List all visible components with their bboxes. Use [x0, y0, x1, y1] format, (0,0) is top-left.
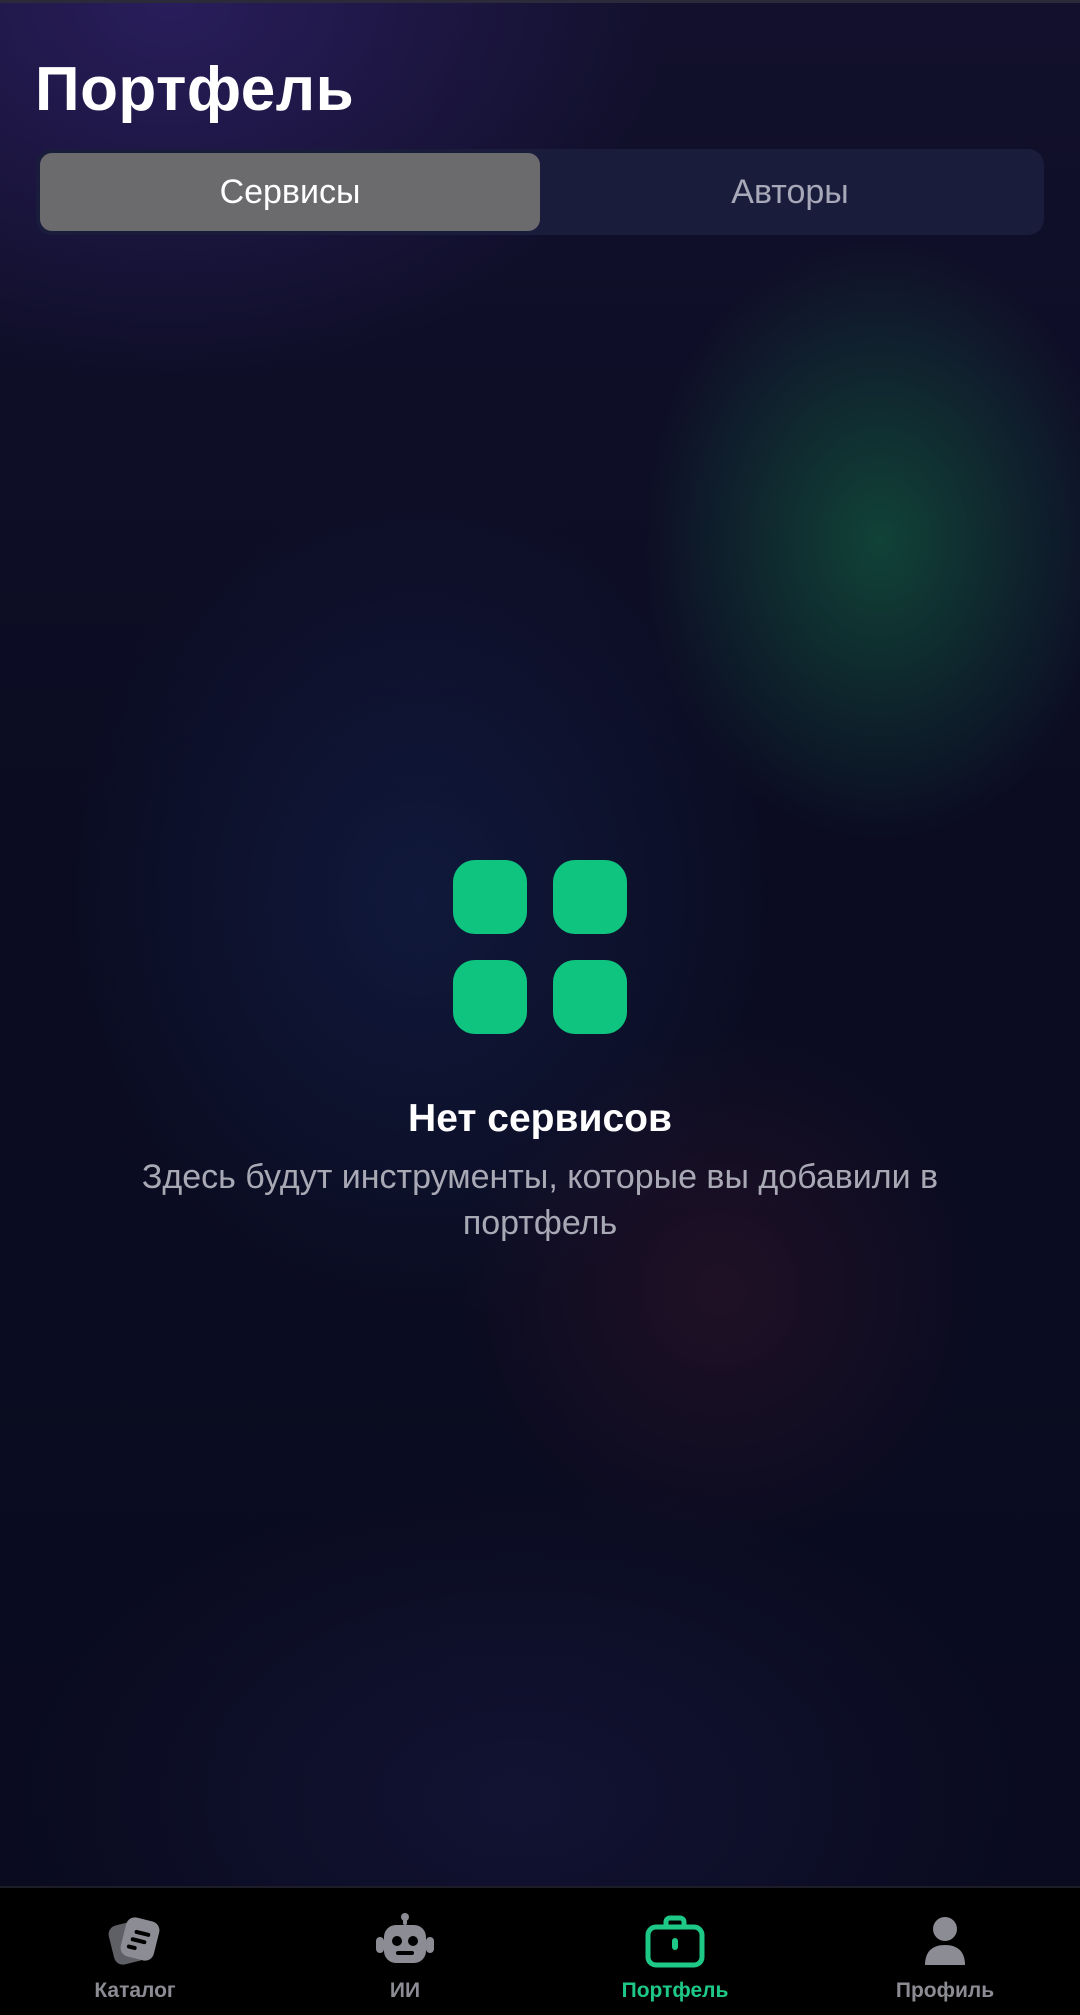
grid-cell — [453, 860, 527, 934]
robot-icon — [373, 1910, 437, 1972]
nav-label-catalog: Каталог — [94, 1979, 176, 2002]
grid-cell — [553, 960, 627, 1034]
grid-cell — [553, 860, 627, 934]
app-screen: Портфель Сервисы Авторы Нет сервисов Зде… — [0, 0, 1080, 2015]
grid-cell — [453, 960, 527, 1034]
tab-authors[interactable]: Авторы — [540, 153, 1040, 231]
nav-item-profile[interactable]: Профиль — [810, 1888, 1080, 2015]
empty-state: Нет сервисов Здесь будут инструменты, ко… — [0, 860, 1080, 1246]
tab-services[interactable]: Сервисы — [40, 153, 540, 231]
grid-four-squares-icon — [453, 860, 627, 1034]
nav-label-portfolio: Портфель — [621, 1979, 729, 2002]
catalog-cards-icon — [103, 1910, 167, 1972]
nav-item-catalog[interactable]: Каталог — [0, 1888, 270, 2015]
empty-state-title: Нет сервисов — [408, 1097, 672, 1140]
nav-item-portfolio[interactable]: Портфель — [540, 1888, 810, 2015]
segmented-control: Сервисы Авторы — [36, 149, 1044, 235]
nav-label-ai: ИИ — [389, 1979, 421, 2002]
status-divider — [0, 0, 1080, 3]
page-title: Портфель — [35, 55, 355, 124]
empty-state-description: Здесь будут инструменты, которые вы доба… — [141, 1158, 939, 1242]
briefcase-icon — [643, 1910, 707, 1972]
bottom-navigation: Каталог ИИ Портфель Профиль — [0, 1886, 1080, 2015]
nav-label-profile: Профиль — [895, 1979, 995, 2002]
profile-person-icon — [913, 1910, 977, 1972]
nav-item-ai[interactable]: ИИ — [270, 1888, 540, 2015]
